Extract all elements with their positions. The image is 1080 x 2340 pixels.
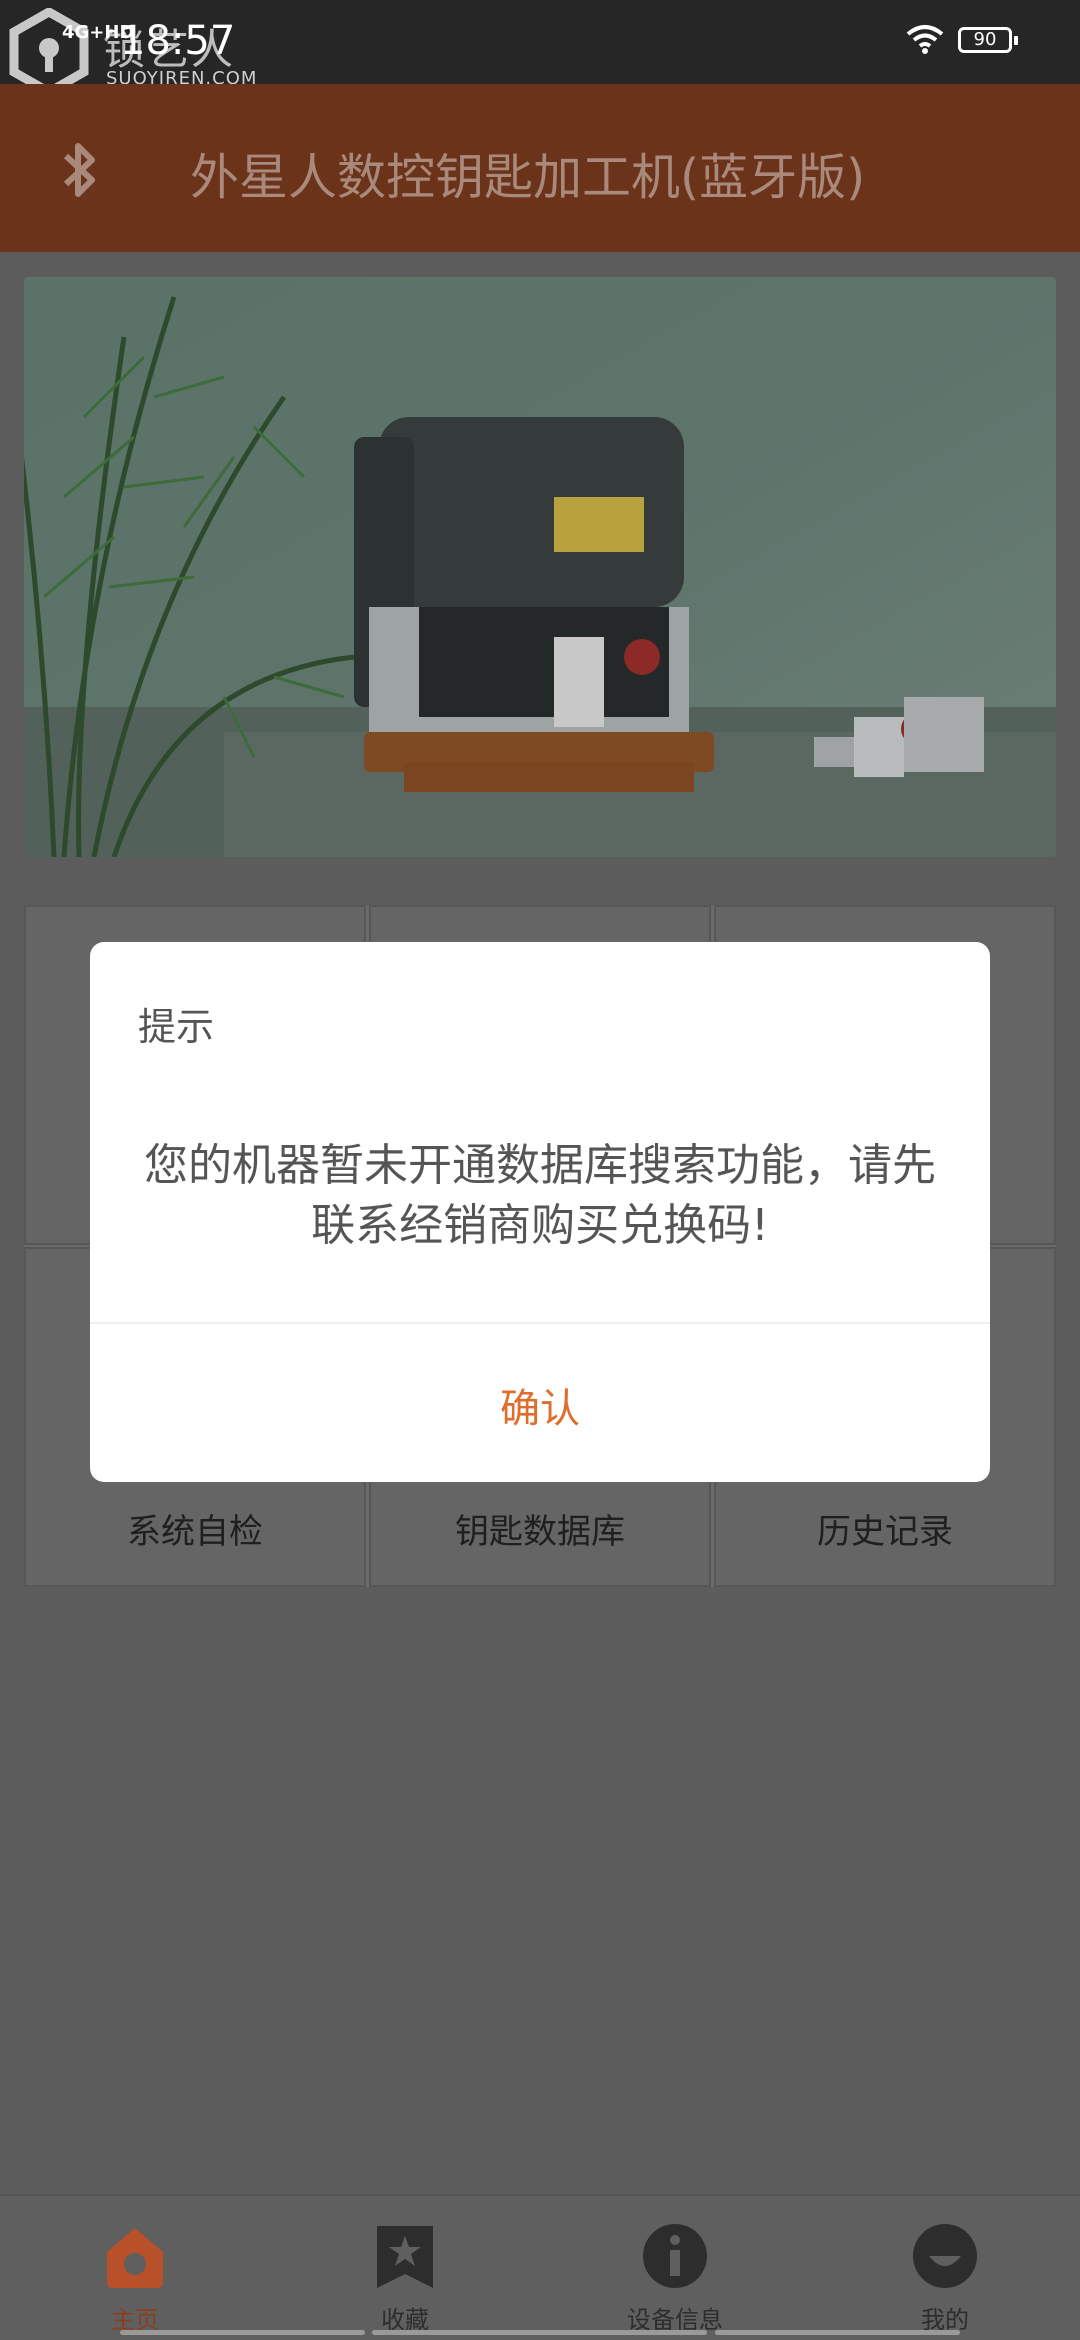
app-bar: 外星人数控钥匙加工机(蓝牙版) xyxy=(0,84,1080,252)
app-title: 外星人数控钥匙加工机(蓝牙版) xyxy=(190,149,866,206)
grid-item-label: 系统自检 xyxy=(127,1512,263,1552)
grid-item-label: 历史记录 xyxy=(817,1512,953,1552)
wifi-icon xyxy=(906,25,944,54)
watermark-shield-icon xyxy=(9,8,89,94)
confirm-button[interactable]: 确认 xyxy=(90,1376,990,1434)
alert-dialog: 提示 您的机器暂未开通数据库搜索功能，请先 联系经销商购买兑换码! 确认 xyxy=(90,942,990,1482)
nav-item-home[interactable]: 主页 xyxy=(35,2210,235,2340)
home-icon xyxy=(107,2228,163,2288)
info-icon xyxy=(643,2224,707,2288)
nav-divider-1 xyxy=(120,2330,365,2335)
grid-item-label: 钥匙数据库 xyxy=(455,1512,625,1552)
nav-divider-3 xyxy=(715,2330,960,2335)
status-time: 18:57 xyxy=(120,18,236,64)
bluetooth-icon[interactable] xyxy=(60,140,100,200)
nav-item-device-info[interactable]: 设备信息 xyxy=(575,2210,775,2340)
status-bar: 锁艺人 SUOYIREN.COM 4G+HD 18:57 90 xyxy=(0,0,1080,94)
dialog-message-line-1: 您的机器暂未开通数据库搜索功能，请先 xyxy=(144,1140,936,1191)
dialog-message: 您的机器暂未开通数据库搜索功能，请先 联系经销商购买兑换码! xyxy=(100,1136,980,1256)
profile-icon xyxy=(913,2224,977,2288)
bottom-nav: 主页 收藏 设备信息 我的 xyxy=(0,2194,1080,2340)
nav-item-profile[interactable]: 我的 xyxy=(845,2210,1045,2340)
dialog-title: 提示 xyxy=(138,1005,215,1049)
dialog-message-line-2: 联系经销商购买兑换码! xyxy=(311,1200,769,1251)
dialog-divider xyxy=(90,1322,990,1324)
nav-divider-2 xyxy=(372,2330,707,2335)
banner-image xyxy=(24,277,1056,857)
battery-indicator: 90 xyxy=(958,27,1018,53)
nav-item-favorites[interactable]: 收藏 xyxy=(305,2210,505,2340)
favorites-icon xyxy=(377,2226,433,2288)
